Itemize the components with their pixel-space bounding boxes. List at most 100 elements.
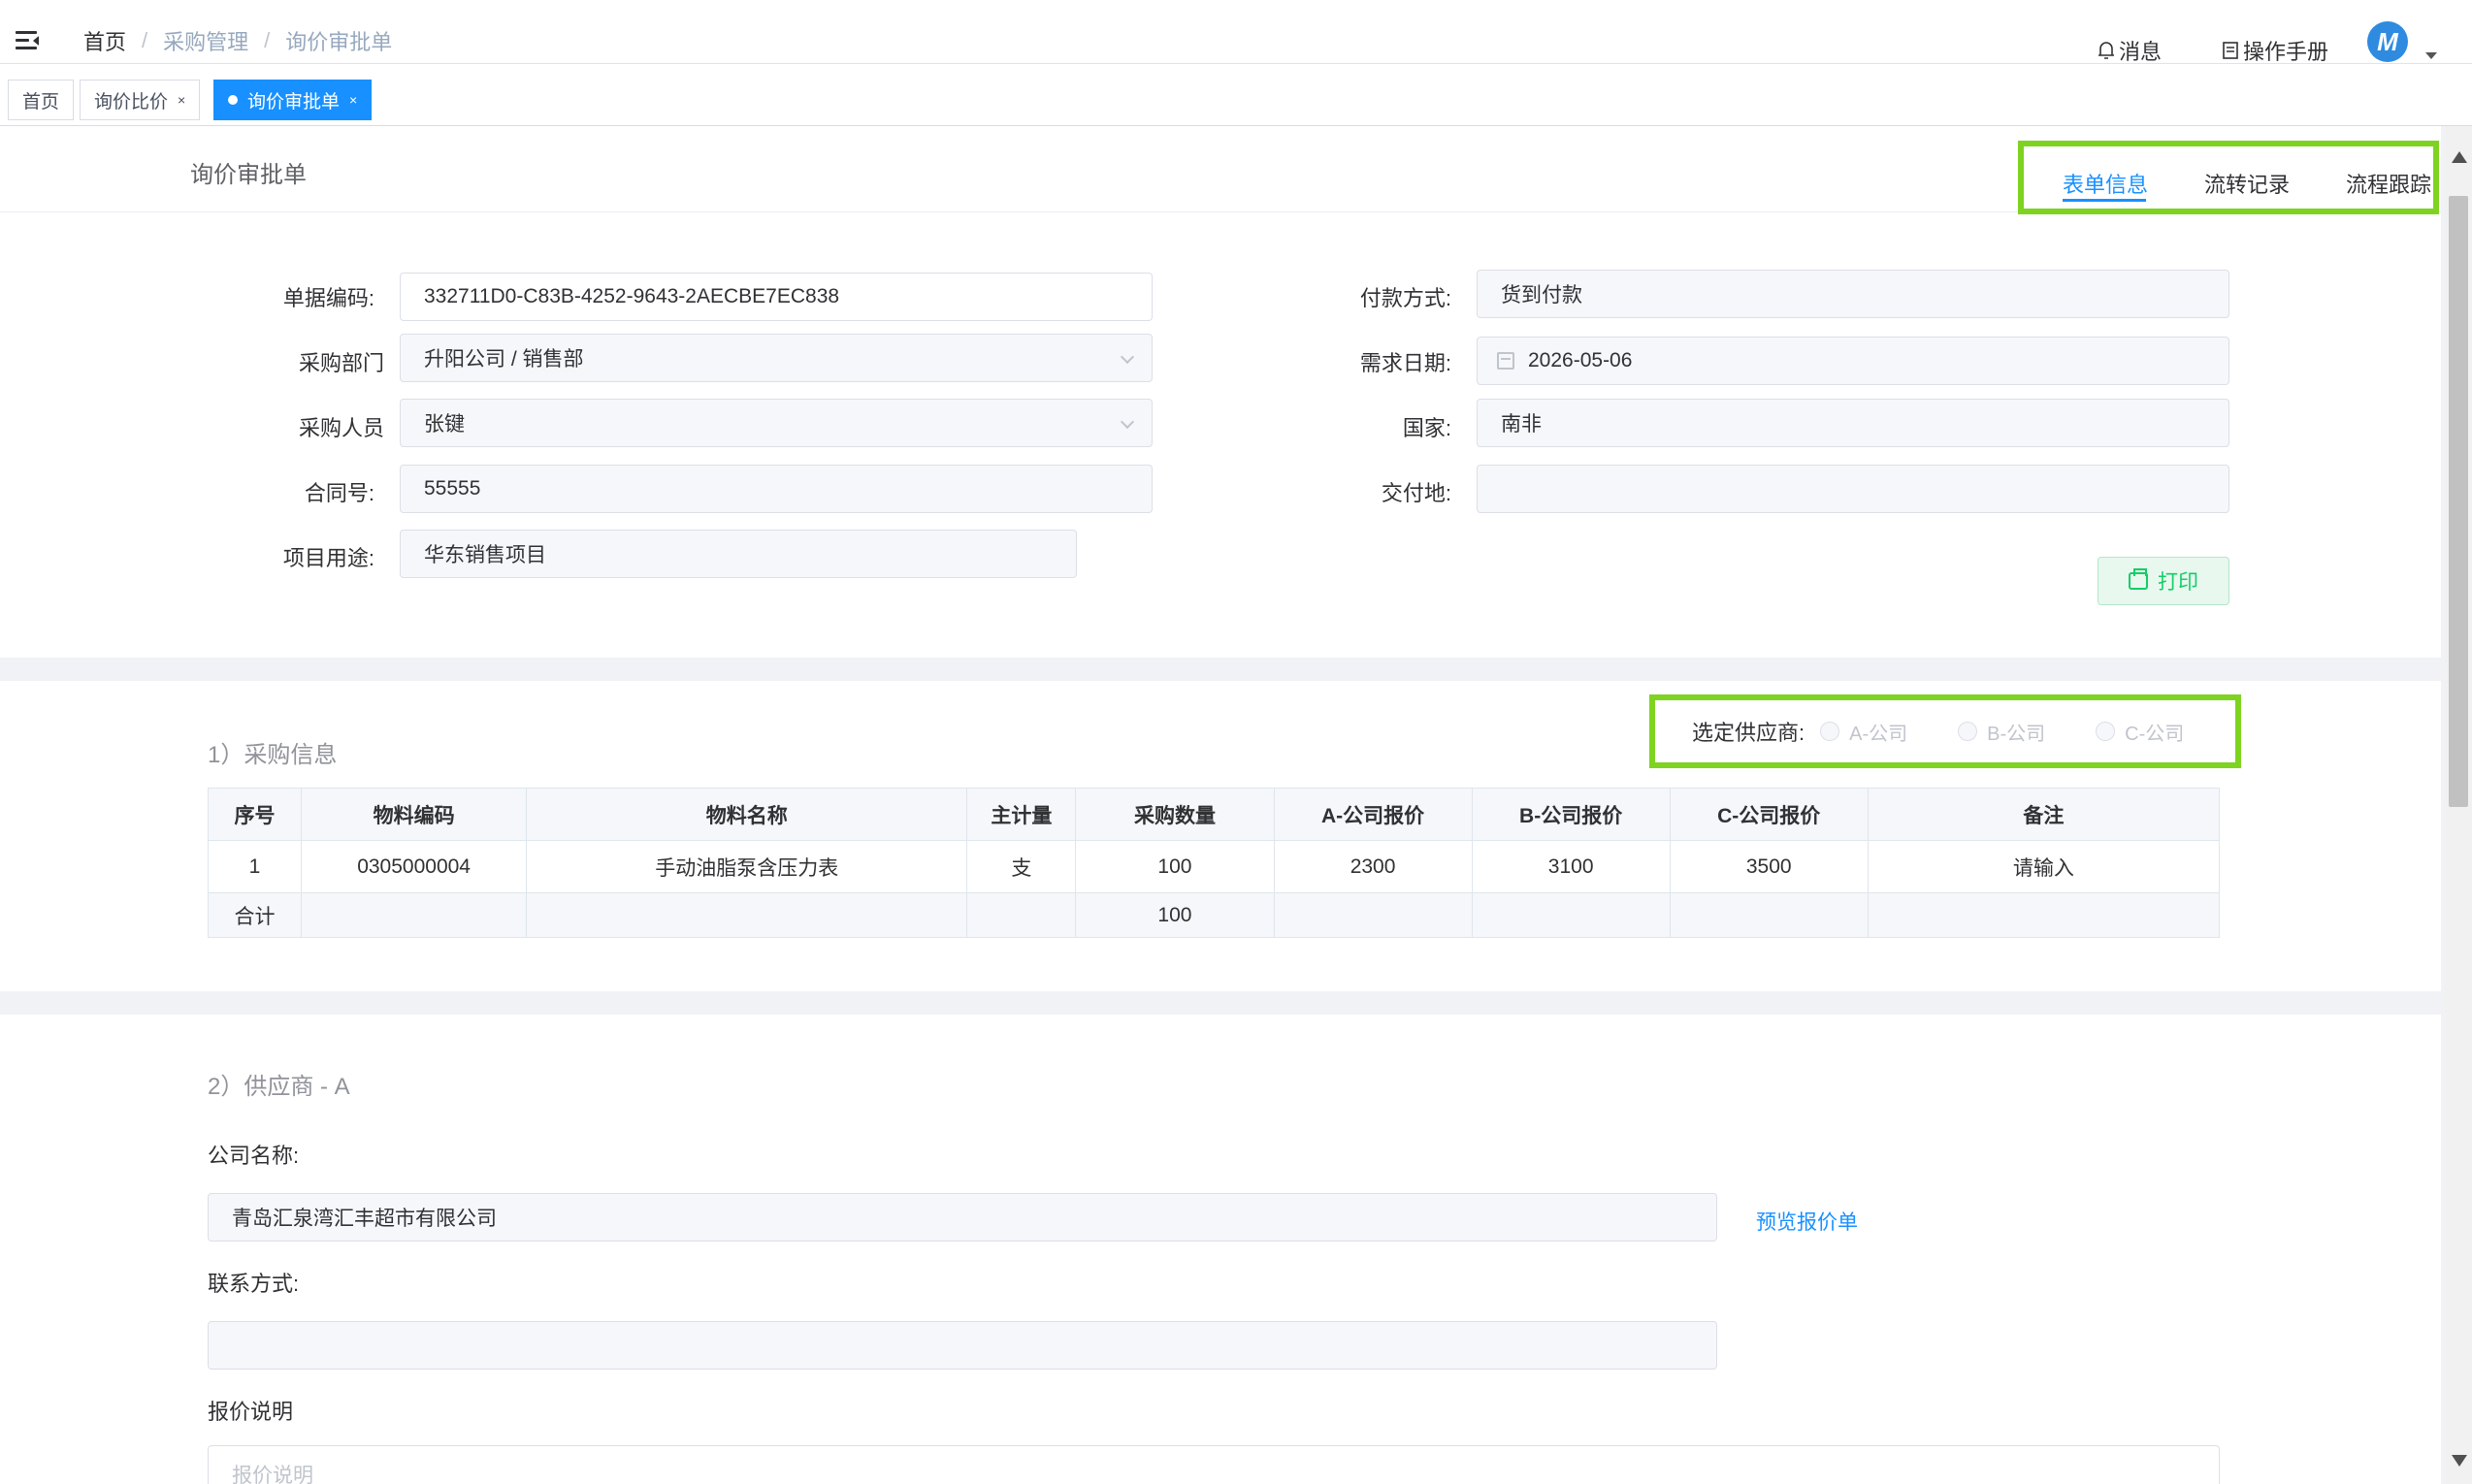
- tab-process-tracking[interactable]: 流程跟踪: [2346, 168, 2431, 199]
- active-dot-icon: [228, 95, 238, 105]
- tab-active-underline: [2063, 199, 2146, 202]
- column-header: 采购数量: [1075, 788, 1275, 841]
- column-header: 物料名称: [526, 788, 968, 841]
- avatar[interactable]: M: [2367, 21, 2408, 62]
- contract-label: 合同号:: [304, 481, 374, 505]
- radio-supplier-b[interactable]: B-公司: [1958, 718, 2045, 746]
- delivery-field[interactable]: [1477, 465, 2229, 513]
- dept-value: 升阳公司 / 销售部: [424, 348, 584, 371]
- manual-label: 操作手册: [2243, 40, 2329, 64]
- tag-inquiry-compare[interactable]: 询价比价 ×: [80, 80, 201, 120]
- scrollbar[interactable]: [2445, 126, 2472, 1484]
- preview-quote-link[interactable]: 预览报价单: [1756, 1207, 1858, 1236]
- purpose-value: 华东销售项目: [424, 544, 546, 566]
- tag-home[interactable]: 首页: [8, 80, 75, 120]
- document-icon: [2223, 42, 2238, 59]
- cell-code: 0305000004: [301, 840, 528, 893]
- date-label: 需求日期:: [1359, 351, 1451, 375]
- doc-code-label: 单据编码:: [282, 286, 374, 310]
- supplier-a-card: 2）供应商 - A 公司名称: 青岛汇泉湾汇丰超市有限公司 预览报价单 联系方式…: [0, 1015, 2441, 1484]
- breadcrumb-separator: /: [142, 28, 148, 52]
- print-button[interactable]: 打印: [2098, 557, 2229, 605]
- remark-input[interactable]: 请输入: [1867, 840, 2221, 893]
- breadcrumb-purchase: 采购管理: [163, 30, 249, 54]
- sum-cell: [1471, 892, 1671, 938]
- tag-inquiry-approval[interactable]: 询价审批单 ×: [213, 80, 373, 120]
- payment-field[interactable]: 货到付款: [1477, 270, 2229, 318]
- purpose-field[interactable]: 华东销售项目: [400, 530, 1077, 578]
- hamburger-menu-icon[interactable]: [16, 29, 41, 52]
- cell-unit: 支: [966, 840, 1077, 893]
- messages-label: 消息: [2119, 40, 2163, 64]
- table-row: 1 0305000004 手动油脂泵含压力表 支 100 2300 3100 3…: [207, 840, 2221, 893]
- column-header: 序号: [207, 788, 303, 841]
- radio-supplier-a[interactable]: A-公司: [1820, 718, 1907, 746]
- purpose-label: 项目用途:: [282, 546, 374, 570]
- navbar: 首页 / 采购管理 / 询价审批单 消息 操作手册 M: [0, 0, 2472, 64]
- quote-note-textarea[interactable]: 报价说明: [208, 1445, 2220, 1484]
- contact-label: 联系方式:: [208, 1272, 300, 1296]
- form-card: 询价审批单 表单信息 流转记录 流程跟踪 单据编码: 332711D0-C83B…: [0, 126, 2441, 658]
- column-header: 物料编码: [301, 788, 528, 841]
- purchase-card: 1）采购信息 选定供应商: A-公司 B-公司 C-公司 序号 物料编码 物料名…: [0, 681, 2441, 991]
- breadcrumb-current: 询价审批单: [285, 30, 393, 54]
- close-icon[interactable]: ×: [349, 92, 357, 108]
- sum-cell: [1273, 892, 1473, 938]
- bell-icon: [2098, 42, 2114, 59]
- main-content: 询价审批单 表单信息 流转记录 流程跟踪 单据编码: 332711D0-C83B…: [0, 126, 2445, 1484]
- breadcrumb-home[interactable]: 首页: [83, 25, 126, 56]
- radio-circle: [1958, 722, 1978, 741]
- delivery-label: 交付地:: [1381, 481, 1451, 505]
- radio-circle: [1820, 722, 1840, 741]
- scroll-down-arrow-icon[interactable]: [2452, 1455, 2467, 1467]
- date-picker[interactable]: 2026-05-06: [1477, 337, 2229, 385]
- company-label: 公司名称:: [208, 1144, 300, 1168]
- tag-label: 首页: [22, 91, 60, 113]
- date-value: 2026-05-06: [1528, 349, 1633, 371]
- sum-label: 合计: [207, 892, 303, 938]
- close-icon[interactable]: ×: [178, 92, 185, 108]
- radio-supplier-c[interactable]: C-公司: [2096, 718, 2184, 746]
- payment-value: 货到付款: [1501, 284, 1582, 306]
- supplier-a-section-title: 2）供应商 - A: [208, 1074, 350, 1100]
- contract-field[interactable]: 55555: [400, 465, 1153, 513]
- dept-select[interactable]: 升阳公司 / 销售部: [400, 334, 1153, 382]
- table-header-row: 序号 物料编码 物料名称 主计量 采购数量 A-公司报价 B-公司报价 C-公司…: [207, 788, 2221, 841]
- contract-value: 55555: [424, 477, 481, 500]
- sum-cell: [526, 892, 968, 938]
- messages-button[interactable]: 消息: [2098, 35, 2162, 66]
- scroll-up-arrow-icon[interactable]: [2452, 151, 2467, 163]
- buyer-value: 张键: [424, 413, 465, 436]
- contact-field[interactable]: [208, 1321, 1717, 1370]
- buyer-select[interactable]: 张键: [400, 399, 1153, 447]
- country-label: 国家:: [1402, 416, 1451, 440]
- tag-label: 询价审批单: [247, 91, 341, 113]
- cell-price-b: 3100: [1471, 840, 1671, 893]
- country-value: 南非: [1501, 413, 1542, 436]
- buyer-label: 采购人员: [298, 416, 384, 440]
- doc-code-field[interactable]: 332711D0-C83B-4252-9643-2AECBE7EC838: [400, 273, 1153, 321]
- scrollbar-thumb[interactable]: [2449, 196, 2468, 807]
- printer-icon: [2129, 568, 2148, 590]
- manual-button[interactable]: 操作手册: [2222, 35, 2328, 66]
- cell-no: 1: [207, 840, 303, 893]
- column-header: B-公司报价: [1471, 788, 1671, 841]
- payment-label: 付款方式:: [1359, 286, 1451, 310]
- sum-cell: [1867, 892, 2221, 938]
- tab-flow-records[interactable]: 流转记录: [2204, 168, 2290, 199]
- breadcrumb-separator: /: [264, 28, 271, 52]
- sum-row: 合计 100: [207, 892, 2221, 938]
- quote-note-label: 报价说明: [208, 1400, 294, 1424]
- cell-qty: 100: [1075, 840, 1275, 893]
- dept-label: 采购部门: [298, 351, 384, 375]
- tab-form-info[interactable]: 表单信息: [2063, 168, 2148, 199]
- caret-down-icon[interactable]: [2425, 52, 2437, 59]
- company-field[interactable]: 青岛汇泉湾汇丰超市有限公司: [208, 1193, 1717, 1242]
- radio-label: B-公司: [1987, 723, 2046, 745]
- calendar-icon: [1497, 352, 1514, 370]
- cell-name: 手动油脂泵含压力表: [526, 840, 968, 893]
- country-field[interactable]: 南非: [1477, 399, 2229, 447]
- purchase-table: 序号 物料编码 物料名称 主计量 采购数量 A-公司报价 B-公司报价 C-公司…: [207, 788, 2221, 938]
- radio-label: C-公司: [2125, 723, 2185, 745]
- breadcrumb: 首页 / 采购管理 / 询价审批单: [83, 25, 392, 56]
